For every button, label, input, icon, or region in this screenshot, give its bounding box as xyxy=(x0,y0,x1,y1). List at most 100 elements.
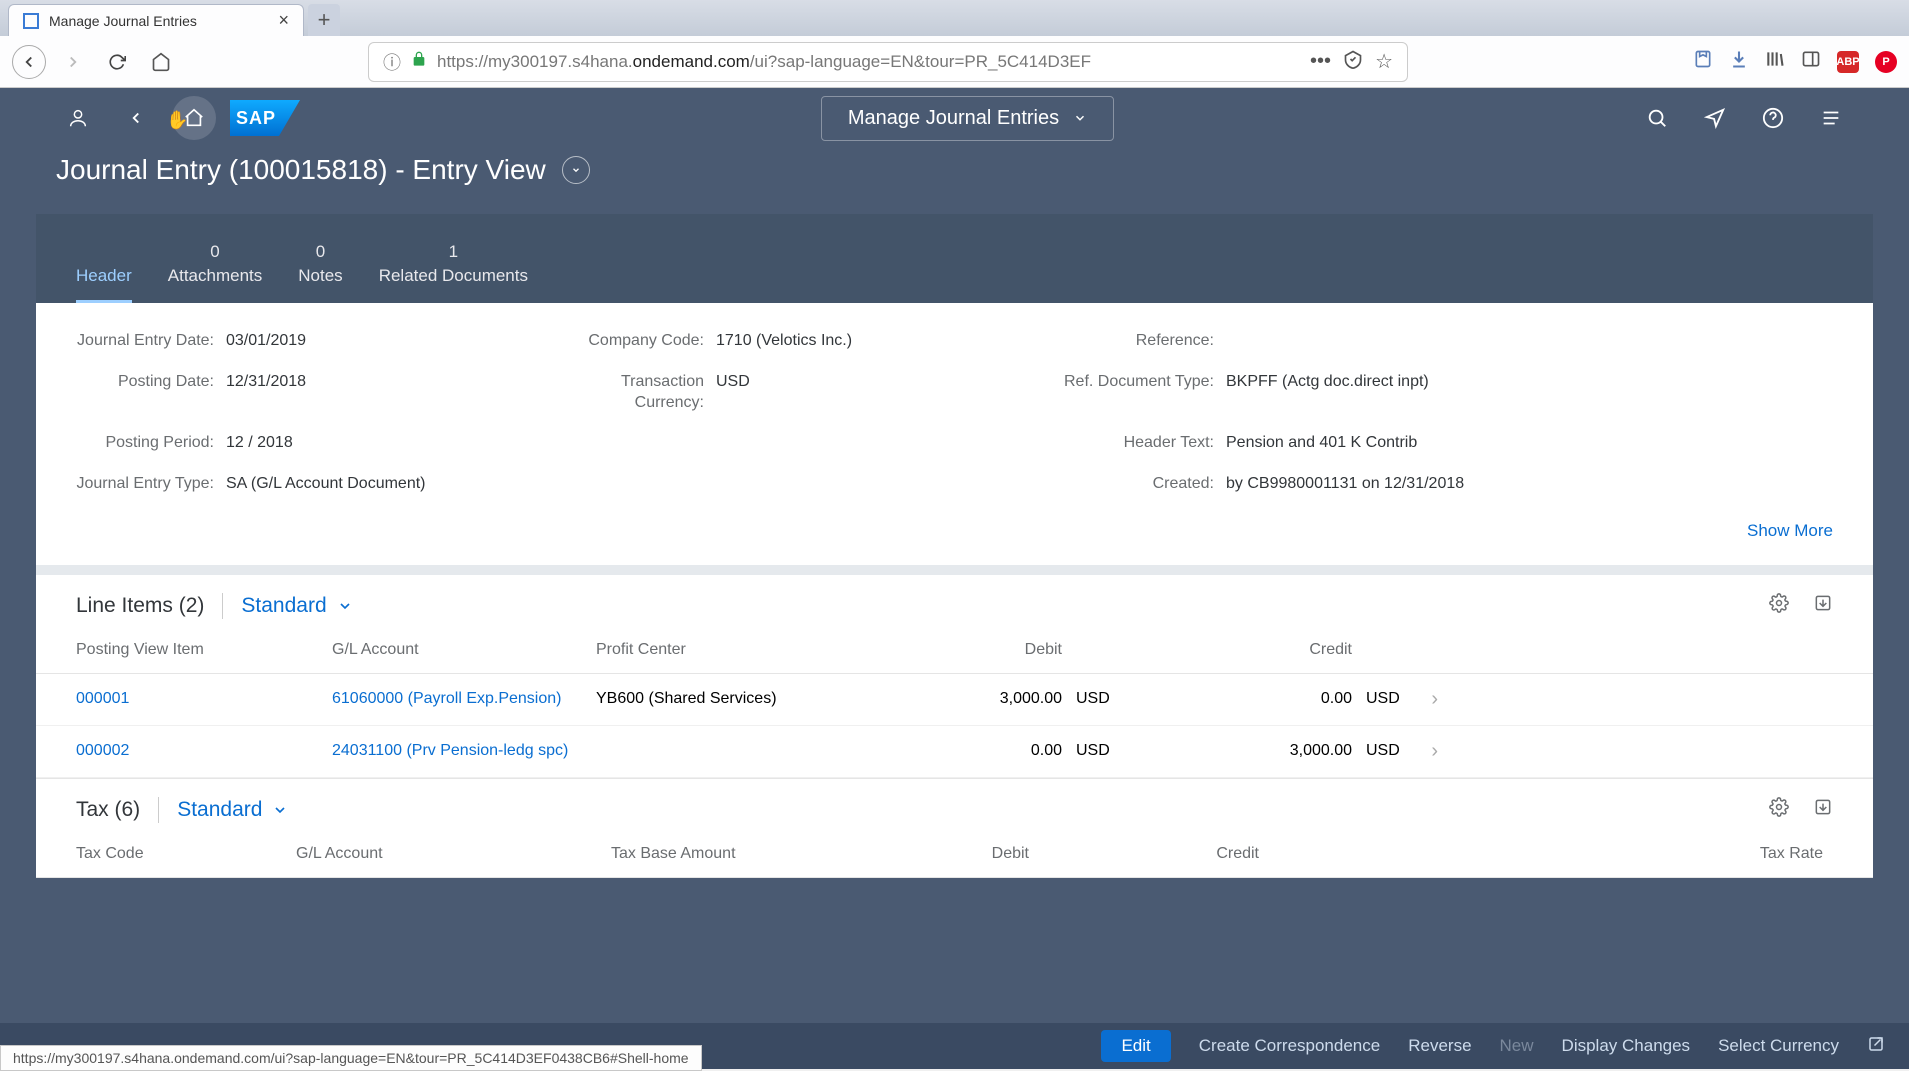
field-label: Posting Date: xyxy=(76,372,226,393)
user-icon[interactable] xyxy=(56,96,100,140)
row-nav-icon[interactable]: › xyxy=(1408,688,1438,711)
tab-notes[interactable]: 0Notes xyxy=(298,242,342,303)
header-field: Reference: xyxy=(1056,331,1833,352)
field-label: Ref. Document Type: xyxy=(1056,372,1226,393)
field-label: Journal Entry Type: xyxy=(76,474,226,495)
credit-currency: USD xyxy=(1352,742,1408,760)
site-info-icon[interactable]: ⓘ xyxy=(383,49,401,75)
close-tab-icon[interactable]: × xyxy=(278,10,289,31)
browser-reload-button[interactable] xyxy=(100,45,134,79)
tab-attachments[interactable]: 0Attachments xyxy=(168,242,263,303)
menu-icon[interactable] xyxy=(1809,96,1853,140)
select-currency-button[interactable]: Select Currency xyxy=(1718,1036,1839,1056)
posting-item-link[interactable]: 000002 xyxy=(76,742,129,759)
col-tax-base-amount: Tax Base Amount xyxy=(611,845,885,863)
separator xyxy=(158,797,159,823)
debit-currency: USD xyxy=(1062,690,1122,708)
browser-home-button[interactable] xyxy=(144,45,178,79)
pinterest-extension-icon[interactable]: P xyxy=(1875,51,1897,73)
posting-item-link[interactable]: 000001 xyxy=(76,690,129,707)
header-field: Ref. Document Type:BKPFF (Actg doc.direc… xyxy=(1056,372,1833,414)
gl-account-link[interactable]: 61060000 (Payroll Exp.Pension) xyxy=(332,690,561,707)
browser-status-bar: https://my300197.s4hana.ondemand.com/ui?… xyxy=(0,1045,702,1071)
abp-extension-icon[interactable]: ABP xyxy=(1837,51,1859,73)
downloads-icon[interactable] xyxy=(1729,49,1749,75)
field-value: SA (G/L Account Document) xyxy=(226,474,426,495)
section-divider xyxy=(36,565,1873,575)
show-more-link[interactable]: Show More xyxy=(1747,521,1833,540)
app-container: SAP Manage Journal Entries ✋ Journal Ent… xyxy=(0,88,1909,1069)
col-credit: Credit xyxy=(1122,641,1352,659)
tab-header[interactable]: Header xyxy=(76,242,132,303)
new-tab-button[interactable]: + xyxy=(308,4,340,36)
url-bar[interactable]: ⓘ https://my300197.s4hana.ondemand.com/u… xyxy=(368,42,1408,82)
reader-icon[interactable] xyxy=(1343,49,1363,75)
notifications-icon[interactable] xyxy=(1693,96,1737,140)
create-correspondence-button[interactable]: Create Correspondence xyxy=(1199,1036,1380,1056)
bookmark-star-icon[interactable]: ☆ xyxy=(1375,49,1393,74)
home-icon[interactable] xyxy=(172,96,216,140)
lock-icon xyxy=(411,51,427,72)
gl-account-link[interactable]: 24031100 (Prv Pension-ledg spc) xyxy=(332,742,568,759)
tab-related-documents[interactable]: 1Related Documents xyxy=(379,242,528,303)
table-header: Posting View Item G/L Account Profit Cen… xyxy=(36,627,1873,674)
new-button: New xyxy=(1500,1036,1534,1056)
table-row[interactable]: 00000161060000 (Payroll Exp.Pension)YB60… xyxy=(36,674,1873,726)
display-changes-button[interactable]: Display Changes xyxy=(1562,1036,1691,1056)
field-value: by CB9980001131 on 12/31/2018 xyxy=(1226,474,1464,495)
reverse-button[interactable]: Reverse xyxy=(1408,1036,1471,1056)
object-page-tabs: Header 0Attachments 0Notes 1Related Documen… xyxy=(36,214,1873,303)
col-posting-view-item: Posting View Item xyxy=(76,641,332,659)
row-nav-icon[interactable]: › xyxy=(1408,740,1438,763)
browser-back-button[interactable] xyxy=(12,45,46,79)
debit-value: 0.00 xyxy=(886,742,1062,760)
edit-button[interactable]: Edit xyxy=(1101,1030,1170,1062)
export-icon[interactable] xyxy=(1813,797,1833,823)
nav-back-icon[interactable] xyxy=(114,96,158,140)
shell-bar: SAP Manage Journal Entries xyxy=(0,88,1909,148)
chevron-down-icon xyxy=(1073,111,1087,125)
separator xyxy=(222,593,223,619)
browser-tab-strip: Manage Journal Entries × + xyxy=(0,0,1909,36)
settings-icon[interactable] xyxy=(1769,797,1789,823)
tax-table-header: Tax Code G/L Account Tax Base Amount Deb… xyxy=(36,831,1873,878)
table-row[interactable]: 000002 24031100 (Prv Pension-ledg spc) 0.0… xyxy=(36,726,1873,778)
page-header: Journal Entry (100015818) - Entry View xyxy=(0,148,1909,214)
search-icon[interactable] xyxy=(1635,96,1679,140)
title-variant-dropdown[interactable] xyxy=(562,156,590,184)
header-field: Header Text:Pension and 401 K Contrib xyxy=(1056,433,1833,454)
field-label: Transaction Currency: xyxy=(566,372,716,414)
tax-section-bar: Tax (6) Standard xyxy=(36,778,1873,831)
settings-icon[interactable] xyxy=(1769,593,1789,619)
field-label: Journal Entry Date: xyxy=(76,331,226,352)
sidebar-icon[interactable] xyxy=(1801,49,1821,75)
col-gl-account: G/L Account xyxy=(332,641,596,659)
col-debit: Debit xyxy=(886,641,1062,659)
tax-title: Tax (6) xyxy=(76,798,140,822)
debit-value: 3,000.00 xyxy=(886,690,1062,708)
more-actions-icon[interactable]: ••• xyxy=(1310,50,1331,73)
export-icon[interactable] xyxy=(1813,593,1833,619)
field-value: Pension and 401 K Contrib xyxy=(1226,433,1417,454)
field-label: Posting Period: xyxy=(76,433,226,454)
library-icon[interactable] xyxy=(1765,49,1785,75)
col-tax-rate: Tax Rate xyxy=(1259,845,1833,863)
line-items-table: Posting View Item G/L Account Profit Cen… xyxy=(36,627,1873,778)
save-to-pocket-icon[interactable] xyxy=(1693,49,1713,75)
share-icon[interactable] xyxy=(1867,1035,1885,1058)
browser-forward-button xyxy=(56,45,90,79)
tax-variant-dropdown[interactable]: Standard xyxy=(177,798,288,822)
help-icon[interactable] xyxy=(1751,96,1795,140)
header-field: Posting Date:12/31/2018 xyxy=(76,372,506,414)
sap-logo: SAP xyxy=(230,100,300,136)
line-items-section-bar: Line Items (2) Standard xyxy=(36,575,1873,627)
header-field: Journal Entry Date:03/01/2019 xyxy=(76,331,506,352)
shell-title-dropdown[interactable]: Manage Journal Entries xyxy=(821,96,1114,141)
content-area: Header 0Attachments 0Notes 1Related Documen… xyxy=(36,214,1873,878)
col-gl-account: G/L Account xyxy=(296,845,611,863)
line-items-variant-dropdown[interactable]: Standard xyxy=(241,594,352,618)
field-label: Company Code: xyxy=(566,331,716,352)
browser-tab[interactable]: Manage Journal Entries × xyxy=(8,4,304,36)
page-title: Journal Entry (100015818) - Entry View xyxy=(56,154,546,186)
header-field: Posting Period:12 / 2018 xyxy=(76,433,506,454)
